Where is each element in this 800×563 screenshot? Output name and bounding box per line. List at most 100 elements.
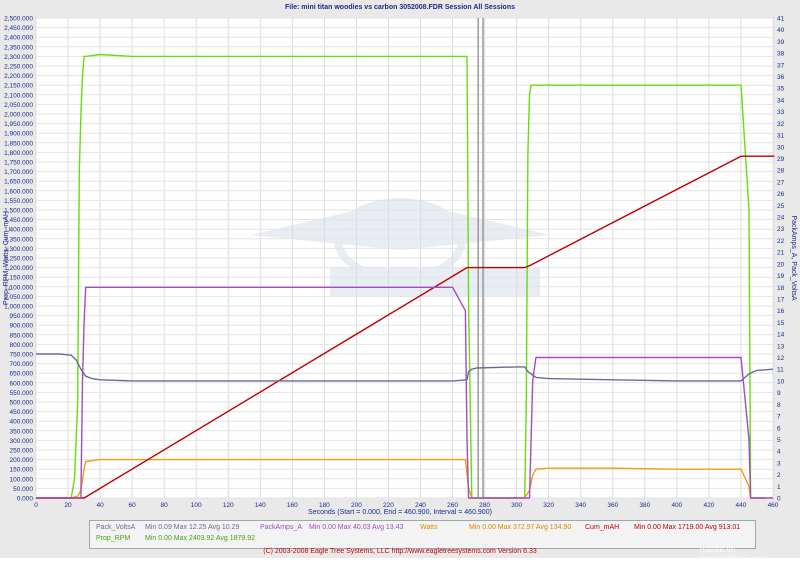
y-left-tick-label: 600.000 — [10, 380, 34, 387]
y-right-tick-label: 10 — [777, 378, 785, 385]
legend-item: Pack_VoltsA Min 0.09 Max 12.25 Avg 10.29 — [96, 524, 239, 531]
y-right-tick-label: 7 — [777, 414, 781, 421]
y-left-tick-label: 1,950.000 — [4, 121, 33, 128]
y-right-tick-label: 12 — [777, 355, 785, 362]
y-right-tick-label: 35 — [777, 86, 785, 93]
y-left-tick-label: 1,700.000 — [4, 169, 33, 176]
y-left-tick-label: 800.000 — [10, 342, 34, 349]
y-left-tick-label: 2,100.000 — [4, 92, 33, 99]
y-right-tick-label: 39 — [777, 39, 785, 46]
y-left-tick-label: 450.000 — [10, 409, 34, 416]
y-left-tick-label: 1,800.000 — [4, 150, 33, 157]
y-left-tick-label: 0.000 — [17, 496, 34, 503]
y-right-tick-label: 8 — [777, 402, 781, 409]
y-right-tick-label: 33 — [777, 109, 785, 116]
legend-item-stats: Min 0.00 Max 2403.92 Avg 1879.92 — [145, 535, 256, 542]
chart-title: File: mini titan woodies vs carbon 30520… — [285, 4, 515, 11]
y-right-tick-label: 23 — [777, 226, 785, 233]
y-right-tick-label: 41 — [777, 16, 785, 23]
y-axis-label-right: PackAmps_A, Pack_VoltsA — [790, 215, 797, 301]
x-tick-label: 140 — [255, 502, 266, 509]
y-left-tick-label: 2,050.000 — [4, 102, 33, 109]
y-left-tick-label: 200.000 — [10, 457, 34, 464]
y-right-tick-label: 32 — [777, 121, 785, 128]
y-right-tick-label: 22 — [777, 238, 785, 245]
y-left-tick-label: 2,500.000 — [4, 16, 33, 23]
y-right-tick-label: 18 — [777, 285, 785, 292]
y-right-tick-label: 16 — [777, 308, 785, 315]
legend-item-name: Prop_RPM — [96, 535, 131, 542]
y-left-tick-label: 1,850.000 — [4, 140, 33, 147]
x-tick-label: 20 — [64, 502, 72, 509]
y-right-tick-label: 29 — [777, 156, 785, 163]
x-tick-label: 120 — [223, 502, 234, 509]
y-left-tick-label: 1,650.000 — [4, 179, 33, 186]
legend-item: Cum_mAH Min 0.00 Max 1719.00 Avg 913.01 — [585, 524, 740, 531]
x-tick-label: 0 — [34, 502, 38, 509]
legend-item-stats: Min 0.00 Max 40.03 Avg 13.43 — [309, 524, 404, 531]
legend-item-name: PackAmps_A — [260, 524, 303, 531]
y-right-tick-label: 21 — [777, 250, 785, 257]
y-left-tick-label: 700.000 — [10, 361, 34, 368]
y-right-tick-label: 1 — [777, 484, 781, 491]
x-tick-label: 340 — [575, 502, 586, 509]
y-right-tick-label: 31 — [777, 133, 785, 140]
legend-item-name: Cum_mAH — [585, 524, 620, 531]
y-right-tick-label: 6 — [777, 425, 781, 432]
y-right-tick-label: 27 — [777, 179, 785, 186]
y-right-tick-label: 28 — [777, 168, 785, 175]
y-right-tick-label: 38 — [777, 51, 785, 58]
y-right-tick-label: 15 — [777, 320, 785, 327]
chart-window: File: mini titan woodies vs carbon 30520… — [0, 0, 800, 563]
y-left-tick-label: 1,900.000 — [4, 131, 33, 138]
x-tick-label: 100 — [191, 502, 202, 509]
line-chart: File: mini titan woodies vs carbon 30520… — [3, 4, 797, 516]
x-tick-label: 280 — [479, 502, 490, 509]
y-right-tick-label: 24 — [777, 215, 785, 222]
y-left-tick-label: 2,350.000 — [4, 44, 33, 51]
legend-item-name: Watts — [420, 524, 438, 531]
y-right-tick-label: 3 — [777, 460, 781, 467]
x-tick-label: 80 — [161, 502, 169, 509]
y-right-tick-label: 9 — [777, 390, 781, 397]
x-tick-label: 200 — [351, 502, 362, 509]
y-left-tick-label: 550.000 — [10, 390, 34, 397]
y-right-tick-label: 17 — [777, 296, 785, 303]
x-tick-label: 360 — [607, 502, 618, 509]
y-left-tick-label: 2,400.000 — [4, 35, 33, 42]
y-left-tick-label: 500.000 — [10, 400, 34, 407]
legend-item-name: Pack_VoltsA — [96, 524, 136, 531]
y-right-tick-label: 14 — [777, 332, 785, 339]
y-left-tick-label: 400.000 — [10, 419, 34, 426]
y-right-tick-label: 26 — [777, 191, 785, 198]
y-left-tick-label: 2,300.000 — [4, 54, 33, 61]
y-right-tick-label: 34 — [777, 97, 785, 104]
x-axis-label: Seconds (Start = 0.000, End = 460.900, I… — [308, 509, 492, 516]
x-tick-label: 240 — [415, 502, 426, 509]
y-left-tick-label: 750.000 — [10, 352, 34, 359]
legend-item: PackAmps_A Min 0.00 Max 40.03 Avg 13.43 — [260, 524, 403, 531]
y-right-tick-label: 37 — [777, 62, 785, 69]
y-left-tick-label: 50.000 — [13, 486, 33, 493]
y-right-tick-label: 20 — [777, 261, 785, 268]
y-left-tick-label: 850.000 — [10, 332, 34, 339]
y-right-tick-label: 2 — [777, 472, 781, 479]
x-tick-label: 300 — [511, 502, 522, 509]
y-left-tick-label: 2,250.000 — [4, 64, 33, 71]
y-left-tick-label: 1,750.000 — [4, 160, 33, 167]
y-right-tick-label: 4 — [777, 449, 781, 456]
y-left-tick-label: 2,200.000 — [4, 73, 33, 80]
legend-item-stats: Min 0.09 Max 12.25 Avg 10.29 — [145, 524, 240, 531]
y-left-tick-label: 350.000 — [10, 428, 34, 435]
legend-item: Watts Min 0.00 Max 372.97 Avg 134.90 — [420, 524, 571, 531]
y-right-tick-label: 13 — [777, 343, 785, 350]
y-left-tick-label: 1,600.000 — [4, 188, 33, 195]
x-tick-label: 380 — [639, 502, 650, 509]
x-tick-label: 260 — [447, 502, 458, 509]
y-right-tick-label: 5 — [777, 437, 781, 444]
y-left-tick-label: 2,000.000 — [4, 112, 33, 119]
y-left-tick-label: 650.000 — [10, 371, 34, 378]
y-right-tick-label: 11 — [777, 367, 784, 374]
x-tick-label: 180 — [319, 502, 330, 509]
y-axis-label-left: Prop_RPM, Watts, Cum_mAH — [3, 211, 10, 305]
